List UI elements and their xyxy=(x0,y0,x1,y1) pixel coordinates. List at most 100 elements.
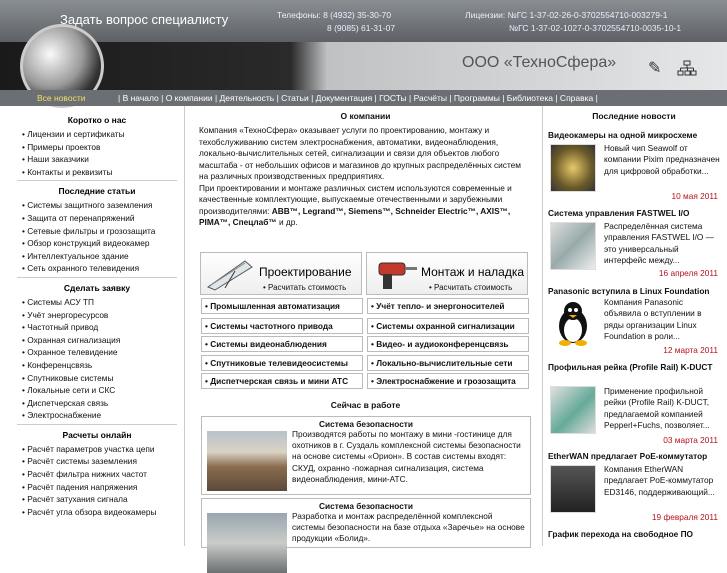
news-item[interactable]: Система управления FASTWEL I/O Распредел… xyxy=(548,208,720,278)
news-headline[interactable]: Система управления FASTWEL I/O xyxy=(548,208,720,219)
switch-image xyxy=(550,465,596,513)
phone-line-2: 8 (9085) 61-31-07 xyxy=(327,23,396,33)
divider xyxy=(542,106,543,546)
news-date: 19 февраля 2011 xyxy=(651,512,718,522)
brief-title: Коротко о нас xyxy=(67,115,127,125)
pen-icon[interactable]: ✎ xyxy=(648,58,661,78)
order-list: Системы АСУ ТП Учёт энергоресурсов Часто… xyxy=(17,296,177,422)
sidebar-item[interactable]: Частотный привод xyxy=(17,321,177,334)
news-headline[interactable]: EtherWAN предлагает PoE-коммутатор xyxy=(548,451,720,462)
sidebar-item[interactable]: Лицензии и сертификаты xyxy=(17,128,177,141)
service-item[interactable]: • Локально-вычислительные сети xyxy=(367,355,529,371)
service-item[interactable]: • Промышленная автоматизация xyxy=(201,298,363,314)
news-date: 16 апреля 2011 xyxy=(658,268,718,278)
brief-list: Лицензии и сертификаты Примеры проектов … xyxy=(17,128,177,178)
about-end: и др. xyxy=(276,217,298,227)
work-item[interactable]: Система безопасности Производятся работы… xyxy=(201,416,531,495)
sidebar-item[interactable]: Охранное телевидение xyxy=(17,346,177,359)
work-item-title: Система безопасности xyxy=(319,501,413,511)
sidebar-item[interactable]: Сетевые фильтры и грозозащита xyxy=(17,225,177,238)
all-news-link[interactable]: Все новости xyxy=(37,93,85,103)
about-paragraph-1: Компания «ТехноСфера» оказывает услуги п… xyxy=(199,125,521,181)
service-item[interactable]: • Диспетчерская связь и мини АТС xyxy=(201,373,363,389)
header-banner xyxy=(0,42,727,90)
service-item[interactable]: • Системы охранной сигнализации xyxy=(367,318,529,334)
news-item[interactable]: Видеокамеры на одной микросхеме Новый чи… xyxy=(548,130,720,201)
calc-list: Расчёт параметров участка цепи Расчёт си… xyxy=(17,443,177,519)
ask-specialist-link[interactable]: Задать вопрос специалисту xyxy=(60,12,228,27)
sidebar-item[interactable]: Расчёт затухания сигнала xyxy=(17,493,177,506)
sidebar-item[interactable]: Примеры проектов xyxy=(17,141,177,154)
sidebar-item[interactable]: Системы АСУ ТП xyxy=(17,296,177,309)
work-item-text: Разработка и монтаж распределённой компл… xyxy=(292,511,525,544)
sidebar-item[interactable]: Расчёт фильтра нижних частот xyxy=(17,468,177,481)
nav-links[interactable]: | В начало | О компании | Деятельность |… xyxy=(118,93,598,103)
news-date: 10 мая 2011 xyxy=(671,191,719,201)
sidebar-item[interactable]: Локальные сети и СКС xyxy=(17,384,177,397)
design-title: Проектирование xyxy=(259,265,352,279)
news-headline[interactable]: Panasonic вступила в Linux Foundation xyxy=(548,286,720,297)
install-title: Монтаж и наладка xyxy=(421,265,525,279)
news-headline[interactable]: График перехода на свободное ПО xyxy=(548,529,720,540)
sidebar-item[interactable]: Системы защитного заземления xyxy=(17,199,177,212)
service-item[interactable]: • Спутниковые телевидеосистемы xyxy=(201,355,363,371)
sidebar-item[interactable]: Спутниковые системы xyxy=(17,372,177,385)
module-image xyxy=(550,222,596,270)
service-item[interactable]: • Системы видеонаблюдения xyxy=(201,336,363,352)
news-title: Последние новости xyxy=(592,111,676,121)
company-name: ООО «ТехноСфера» xyxy=(462,54,617,71)
drill-icon xyxy=(378,262,417,289)
sidebar-item[interactable]: Наши заказчики xyxy=(17,153,177,166)
work-item[interactable]: Система безопасности Разработка и монтаж… xyxy=(201,498,531,573)
sidebar-item[interactable]: Охранная сигнализация xyxy=(17,334,177,347)
articles-list: Системы защитного заземления Защита от п… xyxy=(17,199,177,275)
news-item[interactable]: Panasonic вступила в Linux Foundation Ко… xyxy=(548,286,720,355)
licenses: Лицензии: №ГС 1-37-02-26-0-3702554710-00… xyxy=(465,9,681,35)
install-button[interactable]: Монтаж и наладка • Расчитать стоимость xyxy=(366,252,528,295)
sidebar-item[interactable]: Интеллектуальное здание xyxy=(17,250,177,263)
news-text: Компания Panasonic объявила о вступлении… xyxy=(604,297,702,341)
rail-image xyxy=(550,386,596,434)
news-item[interactable]: Профильная рейка (Profile Rail) K-DUCT П… xyxy=(548,362,720,445)
sidebar-item[interactable]: Расчёт угла обзора видеокамеры xyxy=(17,506,177,519)
sidebar-item[interactable]: Расчёт параметров участка цепи xyxy=(17,443,177,456)
news-headline[interactable]: Видеокамеры на одной микросхеме xyxy=(548,130,720,141)
sidebar-item[interactable]: Защита от перенапряжений xyxy=(17,212,177,225)
news-text: Распределённая система управления FASTWE… xyxy=(604,221,714,265)
sidebar-item[interactable]: Электроснабжение xyxy=(17,409,177,422)
chip-image xyxy=(550,144,596,192)
sidebar-item[interactable]: Сеть охранного телевидения xyxy=(17,262,177,275)
news-item[interactable]: EtherWAN предлагает PoE-коммутатор Компа… xyxy=(548,451,720,522)
sidebar-item[interactable]: Обзор конструкций видеокамер xyxy=(17,237,177,250)
order-title: Сделать заявку xyxy=(63,282,131,293)
sidebar-item[interactable]: Диспетчерская связь xyxy=(17,397,177,410)
about-text: Компания «ТехноСфера» оказывает услуги п… xyxy=(193,125,538,229)
service-item[interactable]: • Учёт тепло- и энергоносителей xyxy=(367,298,529,314)
work-title: Сейчас в работе xyxy=(330,400,401,410)
sidebar-item[interactable]: Конференцсвязь xyxy=(17,359,177,372)
install-calc-link[interactable]: • Расчитать стоимость xyxy=(429,283,512,292)
news-headline[interactable]: Профильная рейка (Profile Rail) K-DUCT xyxy=(548,362,720,373)
main-nav: Все новости | В начало | О компании | Де… xyxy=(0,90,727,106)
news-date: 12 марта 2011 xyxy=(663,345,718,355)
news-item[interactable]: График перехода на свободное ПО xyxy=(548,529,720,540)
divider xyxy=(184,106,185,546)
service-item[interactable]: • Электроснабжение и грозозащита xyxy=(367,373,529,389)
top-bar: Задать вопрос специалисту Телефоны: 8 (4… xyxy=(0,0,727,42)
sidebar-item[interactable]: Расчёт падения напряжения xyxy=(17,481,177,494)
service-item[interactable]: • Системы частотного привода xyxy=(201,318,363,334)
sidebar-item[interactable]: Учёт энергоресурсов xyxy=(17,309,177,322)
sidebar-item[interactable]: Расчёт системы заземления xyxy=(17,455,177,468)
service-item[interactable]: • Видео- и аудиоконференцсвязь xyxy=(367,336,529,352)
phones: Телефоны: 8 (4932) 35-30-70 8 (9085) 61-… xyxy=(277,9,395,35)
main-content: О компании Компания «ТехноСфера» оказыва… xyxy=(193,111,538,229)
phone-line-1: Телефоны: 8 (4932) 35-30-70 xyxy=(277,10,392,20)
design-calc-link[interactable]: • Расчитать стоимость xyxy=(263,283,346,292)
sitemap-icon[interactable] xyxy=(677,60,697,79)
sidebar-item[interactable]: Контакты и реквизиты xyxy=(17,166,177,179)
design-button[interactable]: Проектирование • Расчитать стоимость xyxy=(200,252,362,295)
news-text: Новый чип Seawolf от компании Pixim пред… xyxy=(604,143,720,176)
about-title: О компании xyxy=(340,111,391,121)
news-column: Последние новости xyxy=(548,111,720,126)
tux-icon xyxy=(550,298,596,346)
